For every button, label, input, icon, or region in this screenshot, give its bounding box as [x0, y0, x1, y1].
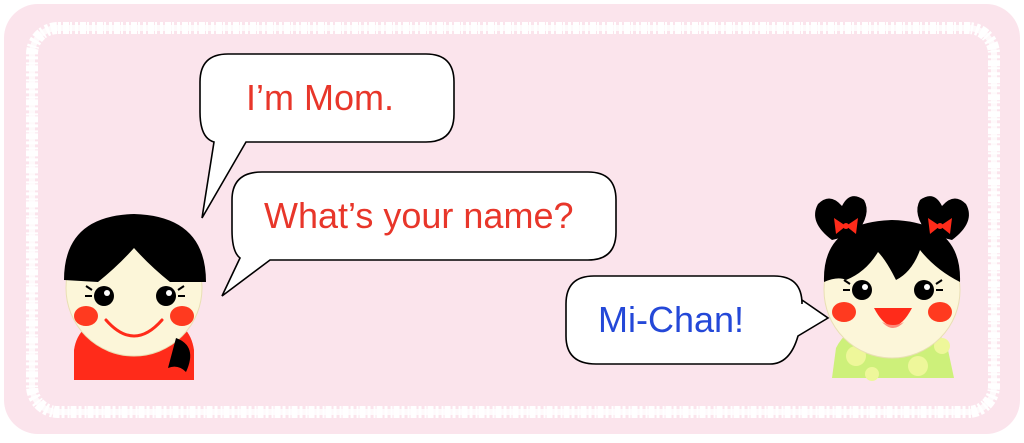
mom-intro-text: I’m Mom. [246, 77, 394, 118]
mom-left-cheek [74, 306, 98, 326]
mom-right-cheek [170, 306, 194, 326]
mom-right-eye-icon [156, 286, 176, 306]
child-right-eye-icon [914, 280, 934, 300]
mom-question-text: What’s your name? [264, 195, 574, 236]
mom-character [64, 214, 206, 380]
child-character [815, 196, 969, 381]
dialogue-scene: I’m Mom. What’s your name? Mi-Chan! [0, 0, 1024, 438]
mom-left-eye-icon [94, 286, 114, 306]
child-left-eye-icon [852, 280, 872, 300]
child-answer-text: Mi-Chan! [598, 299, 745, 340]
child-right-cheek [928, 302, 952, 322]
child-left-cheek [832, 302, 856, 322]
